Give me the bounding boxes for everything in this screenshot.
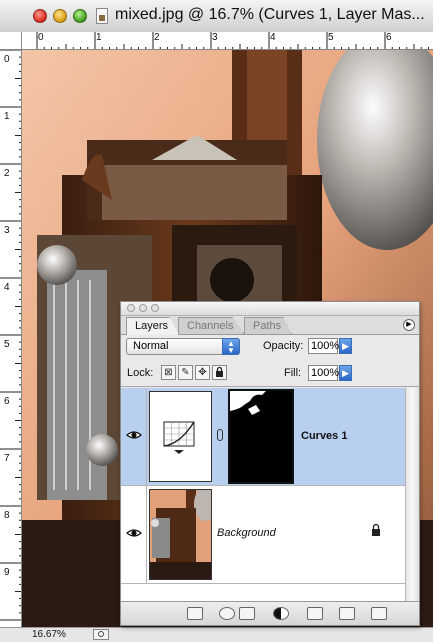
zoom-button[interactable]	[73, 9, 87, 23]
ruler-label: 7	[4, 453, 10, 464]
layer-name[interactable]: Curves 1	[301, 430, 347, 442]
document-window: mixed.jpg @ 16.7% (Curves 1, Layer Mas..…	[0, 0, 433, 642]
palette-title-bar[interactable]	[121, 302, 419, 316]
ruler-label: 0	[38, 32, 44, 43]
ruler-label: 3	[212, 32, 218, 43]
blend-mode-value: Normal	[133, 340, 169, 352]
layers-scrollbar[interactable]	[405, 388, 419, 601]
tab-channels[interactable]: Channels	[178, 317, 245, 334]
mask-shape	[230, 391, 292, 482]
ruler-label: 5	[328, 32, 334, 43]
vertical-ruler[interactable]: 0 1 2 3 4 5 6 7 8 9	[0, 32, 22, 627]
palette-zoom-button[interactable]	[151, 304, 159, 312]
link-icon[interactable]	[217, 429, 223, 441]
new-group-icon[interactable]	[307, 607, 323, 620]
ruler-label: 3	[4, 225, 10, 236]
window-title: mixed.jpg @ 16.7% (Curves 1, Layer Mas..…	[115, 6, 425, 23]
eye-icon	[126, 431, 142, 439]
ruler-label: 6	[4, 396, 10, 407]
layers-list: Curves 1 Background	[121, 388, 405, 601]
eye-icon	[126, 529, 142, 537]
ruler-origin[interactable]	[0, 32, 22, 50]
ruler-label: 9	[4, 567, 10, 578]
ruler-label: 8	[4, 510, 10, 521]
ruler-label: 1	[4, 111, 10, 122]
opacity-input[interactable]: 100%	[308, 338, 339, 354]
adjustment-thumbnail[interactable]	[149, 391, 212, 482]
palette-bottom-bar	[121, 601, 419, 625]
palette-close-button[interactable]	[127, 304, 135, 312]
ruler-label: 6	[386, 32, 392, 43]
layer-style-icon[interactable]	[219, 607, 235, 620]
palette-minimize-button[interactable]	[139, 304, 147, 312]
fill-slider-button[interactable]: ▶	[339, 365, 352, 381]
layer-row-background[interactable]: Background	[121, 486, 405, 584]
ruler-label: 2	[154, 32, 160, 43]
ruler-label: 5	[4, 339, 10, 350]
ruler-label: 0	[4, 54, 10, 65]
document-proxy-icon[interactable]	[96, 8, 108, 24]
curves-adjustment-icon	[163, 421, 195, 454]
ruler-label: 4	[4, 282, 10, 293]
status-bar: 16.67%	[0, 627, 433, 642]
lock-all-icon[interactable]	[212, 365, 227, 380]
layer-row-curves-1[interactable]: Curves 1	[121, 388, 405, 486]
up-down-arrows-icon: ▲ ▼	[222, 338, 240, 355]
minimize-button[interactable]	[53, 9, 67, 23]
title-bar[interactable]: mixed.jpg @ 16.7% (Curves 1, Layer Mas..…	[0, 0, 433, 33]
fill-input[interactable]: 100%	[308, 365, 339, 381]
tab-layers[interactable]: Layers	[126, 317, 180, 335]
layer-thumbnail[interactable]	[149, 489, 212, 580]
palette-menu-button[interactable]: ▶	[403, 319, 415, 331]
tab-paths[interactable]: Paths	[244, 317, 293, 334]
ruler-label: 4	[270, 32, 276, 43]
lock-position-icon[interactable]: ✥	[195, 365, 210, 380]
horizontal-ruler[interactable]: 0 1 2 3 4 5 6	[22, 32, 433, 50]
visibility-toggle[interactable]	[121, 388, 147, 485]
trash-icon[interactable]	[371, 607, 387, 620]
blend-opacity-row: Normal ▲ ▼ Opacity: 100% ▶	[121, 335, 419, 361]
blend-mode-select[interactable]: Normal ▲ ▼	[126, 338, 240, 355]
opacity-slider-button[interactable]: ▶	[339, 338, 352, 354]
lock-transparency-icon[interactable]: ⊠	[161, 365, 176, 380]
new-layer-icon[interactable]	[339, 607, 355, 620]
link-layers-icon[interactable]	[187, 607, 203, 620]
opacity-label: Opacity:	[263, 340, 304, 352]
palette-tabs: Layers Channels Paths ▶	[121, 316, 419, 335]
add-mask-icon[interactable]	[239, 607, 255, 620]
fill-label: Fill:	[284, 367, 302, 379]
status-menu-button[interactable]	[93, 629, 109, 640]
visibility-toggle[interactable]	[121, 486, 147, 583]
close-button[interactable]	[33, 9, 47, 23]
lock-icon	[372, 524, 380, 536]
layer-mask-thumbnail[interactable]	[228, 389, 294, 484]
lock-label: Lock:	[127, 367, 154, 379]
zoom-level[interactable]: 16.67%	[32, 629, 66, 640]
layer-name[interactable]: Background	[217, 527, 276, 539]
ruler-label: 2	[4, 168, 10, 179]
lock-image-pixels-icon[interactable]: ✎	[178, 365, 193, 380]
ruler-label: 1	[96, 32, 102, 43]
new-adjustment-layer-icon[interactable]	[273, 607, 289, 620]
lock-fill-row: Lock: ⊠ ✎ ✥ Fill: 100% ▶	[121, 361, 419, 387]
layers-palette: Layers Channels Paths ▶ Normal ▲ ▼ Opacit…	[120, 301, 420, 626]
horizontal-ruler-ticks	[36, 32, 429, 49]
background-thumbnail-image	[150, 490, 211, 579]
padlock-glyph	[216, 366, 223, 377]
